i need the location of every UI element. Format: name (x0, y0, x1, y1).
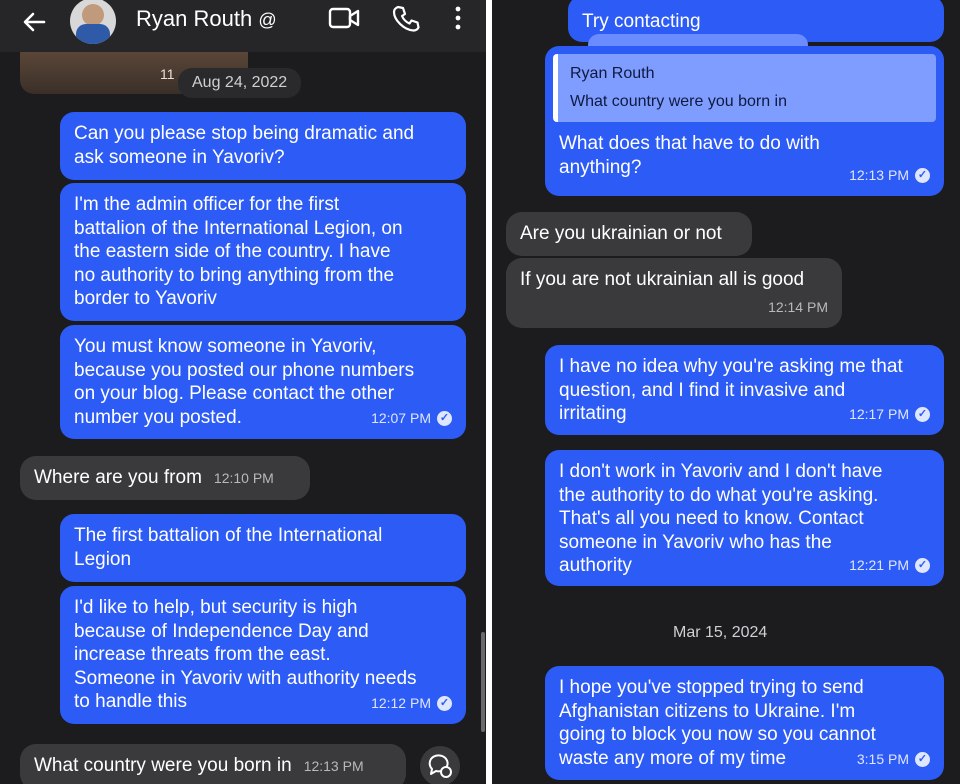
message-text: Are you ukrainian or not (520, 223, 722, 244)
message-bubble-incoming[interactable]: What country were you born in 12:13 PM (20, 744, 406, 784)
read-receipt-icon: ✓ (915, 406, 930, 422)
message-text: What country were you born in (34, 755, 292, 776)
right-chat-pane: Try contacting Ryan Routh What country w… (492, 0, 960, 784)
scrollbar[interactable] (481, 632, 485, 732)
message-bubble-outgoing[interactable]: The first battalion of the International… (60, 514, 466, 582)
message-bubble-outgoing[interactable]: Try contacting (568, 0, 944, 57)
message-time: 12:17 PM (849, 405, 909, 422)
message-bubble-outgoing[interactable]: I'm the admin officer for the first batt… (60, 183, 466, 321)
message-bubble-outgoing[interactable]: I have no idea why you're asking me that… (545, 345, 944, 435)
date-separator-text: Aug 24, 2022 (192, 74, 288, 91)
message-bubble-incoming[interactable]: Where are you from 12:10 PM (20, 456, 310, 500)
date-separator-text: Mar 15, 2024 (673, 624, 768, 641)
chat-header: Ryan Routh @ (0, 0, 486, 52)
message-meta: 12:12 PM ✓ (371, 692, 452, 716)
message-text: I'm the admin officer for the first batt… (74, 194, 403, 309)
message-time: 12:12 PM (371, 694, 431, 711)
message-time: 12:14 PM (768, 298, 828, 315)
reply-message-bubble[interactable]: Ryan Routh What country were you born in… (545, 46, 944, 196)
message-meta: 12:07 PM ✓ (371, 407, 452, 431)
message-time: 12:21 PM (849, 556, 909, 573)
message-bubble-outgoing[interactable]: I don't work in Yavoriv and I don't have… (545, 450, 944, 586)
quoted-author: Ryan Routh (570, 65, 655, 82)
message-text: Can you please stop being dramatic and a… (74, 123, 415, 168)
message-bubble-outgoing[interactable]: I hope you've stopped trying to send Afg… (545, 666, 944, 780)
message-text: Where are you from (34, 467, 202, 488)
message-time: 3:15 PM (856, 750, 909, 767)
read-receipt-icon: ✓ (915, 557, 930, 573)
message-text: Try contacting (582, 11, 701, 32)
read-receipt-icon: ✓ (915, 751, 930, 767)
message-bubble-outgoing[interactable]: You must know someone in Yavoriv, becaus… (60, 325, 466, 439)
back-arrow-icon[interactable] (20, 8, 48, 36)
message-time: 12:13 PM (849, 166, 909, 183)
read-receipt-icon: ✓ (437, 410, 452, 426)
message-text: The first battalion of the International… (74, 525, 383, 570)
message-meta: 12:13 PM ✓ (849, 164, 930, 188)
left-chat-pane: Ryan Routh @ 11 Aug 24, 2022 Can you ple… (0, 0, 486, 784)
message-bubble-outgoing[interactable]: Can you please stop being dramatic and a… (60, 112, 466, 180)
quoted-text: What country were you born in (570, 92, 787, 110)
avatar[interactable] (70, 0, 116, 44)
contact-name[interactable]: Ryan Routh @ (136, 6, 277, 32)
phone-icon[interactable] (392, 4, 420, 37)
message-text: If you are not ukrainian all is good (520, 269, 805, 290)
message-time: 12:07 PM (371, 409, 431, 426)
message-time: 12:10 PM (213, 470, 274, 486)
message-meta: 12:17 PM ✓ (849, 403, 930, 427)
more-options-icon[interactable] (452, 6, 464, 30)
date-separator: Aug 24, 2022 (178, 68, 302, 98)
quoted-message[interactable]: Ryan Routh What country were you born in (553, 54, 936, 122)
verified-icon: @ (258, 10, 277, 30)
message-meta: 12:14 PM (768, 296, 828, 320)
message-bubble-incoming[interactable]: If you are not ukrainian all is good 12:… (506, 258, 842, 328)
message-time: 12:13 PM (303, 758, 364, 774)
message-bubble-incoming[interactable]: Are you ukrainian or not (506, 212, 752, 256)
image-time-partial: 11 (160, 66, 175, 82)
date-separator: Mar 15, 2024 (673, 624, 767, 642)
message-meta: 12:21 PM ✓ (849, 554, 930, 578)
message-meta: 3:15 PM ✓ (857, 748, 930, 772)
video-call-icon[interactable] (328, 6, 360, 35)
contact-name-text: Ryan Routh (136, 6, 253, 31)
read-receipt-icon: ✓ (437, 695, 452, 711)
reaction-icon[interactable] (420, 746, 460, 784)
message-bubble-outgoing[interactable]: I'd like to help, but security is high b… (60, 586, 466, 724)
read-receipt-icon: ✓ (915, 167, 930, 183)
